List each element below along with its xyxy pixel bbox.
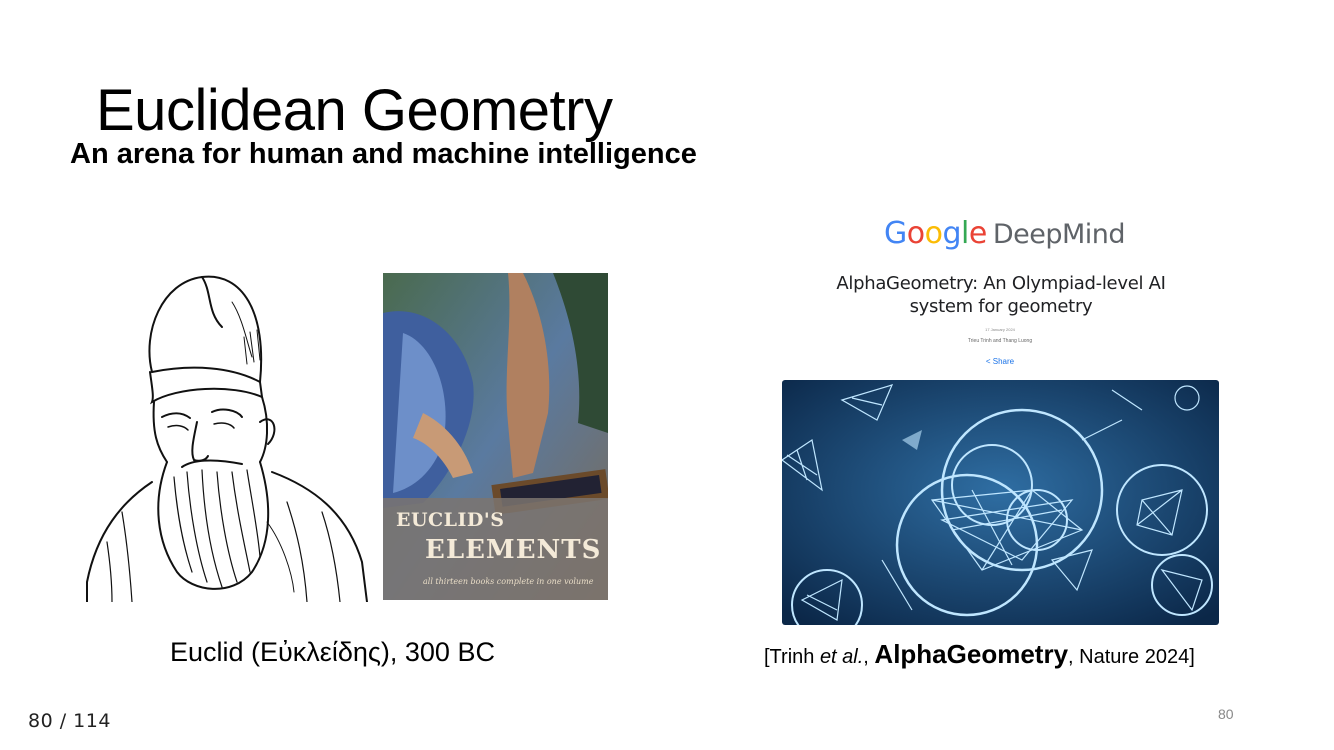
blog-date: 17 January 2024 [985,327,1015,332]
book-tagline: all thirteen books complete in one volum… [423,577,594,586]
alphageometry-hero-image [782,380,1219,625]
slide-number: 80 [1218,706,1234,722]
blog-post-title: AlphaGeometry: An Olympiad-level AI syst… [836,273,1166,317]
logo-deepmind: DeepMind [992,219,1126,250]
citation-open: [Trinh [764,646,820,668]
logo-letter: l [961,216,969,251]
blog-authors: Trieu Trinh and Thang Luong [967,338,1033,344]
logo-letter: G [884,216,907,251]
euclid-portrait-sketch [82,272,370,603]
citation-title: AlphaGeometry [874,639,1069,669]
euclids-elements-book-cover: EUCLID'S ELEMENTS all thirteen books com… [383,273,608,600]
slide-title: Euclidean Geometry [96,78,613,143]
logo-letter: e [968,216,987,251]
page-counter: 80 / 114 [28,710,111,732]
euclid-caption: Euclid (Εὐκλείδης), 300 BC [170,637,495,667]
share-link[interactable]: < Share [960,358,1040,366]
citation-sep: , [863,646,875,668]
citation-close: , Nature 2024] [1068,646,1195,668]
slide-subtitle: An arena for human and machine intellige… [70,138,697,170]
logo-letter: o [906,216,925,251]
google-deepmind-logo: Google DeepMind [884,216,1126,252]
book-title-line2: ELEMENTS [425,535,602,565]
citation-etal: et al. [819,646,864,668]
logo-letter: o [924,216,943,251]
book-title-line1: EUCLID'S [396,509,505,531]
citation: [Trinh et al., AlphaGeometry, Nature 202… [764,639,1195,670]
logo-letter: g [942,216,962,251]
